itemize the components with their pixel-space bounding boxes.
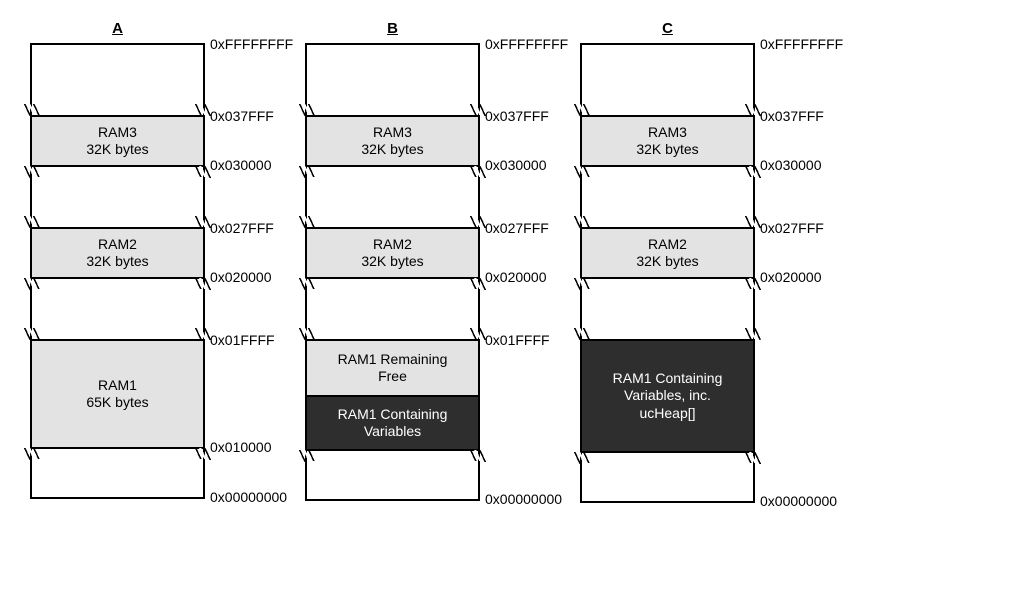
break-mark bbox=[305, 217, 480, 227]
ram1-heap-block: 0x01FFFF RAM1 Containing Variables, inc.… bbox=[580, 339, 755, 453]
ram1-free-block: 0x01FFFF RAM1 Remaining Free bbox=[305, 339, 480, 395]
ram1-vars-l1: RAM1 Containing bbox=[338, 406, 448, 424]
ram1-name: RAM1 bbox=[98, 377, 137, 395]
gap-top: 0xFFFFFFFF bbox=[30, 43, 205, 105]
break-mark bbox=[30, 449, 205, 459]
column-a-stack: 0xFFFFFFFF 0x037FFF RAM3 32K bytes 0x030… bbox=[30, 43, 205, 499]
break-mark bbox=[580, 105, 755, 115]
break-mark bbox=[30, 217, 205, 227]
gap-bottom: 0x00000000 bbox=[30, 459, 205, 499]
memory-map-column-b: B 0xFFFFFFFF 0x037FFF RAM3 32K bytes 0x0… bbox=[305, 20, 480, 503]
column-c-title: C bbox=[662, 20, 673, 37]
ram3-block: 0x037FFF RAM3 32K bytes 0x030000 bbox=[305, 115, 480, 167]
addr-ram3-lo: 0x030000 bbox=[210, 157, 272, 175]
ram3-name: RAM3 bbox=[373, 124, 412, 142]
addr-bottom: 0x00000000 bbox=[210, 489, 287, 507]
addr-ram1-mid: 0x01nnnn bbox=[485, 388, 547, 406]
addr-ram1-hi: 0x01FFFF bbox=[485, 332, 550, 350]
break-mark bbox=[305, 329, 480, 339]
ram2-name: RAM2 bbox=[648, 236, 687, 254]
ram3-block: 0x037FFF RAM3 32K bytes 0x030000 bbox=[580, 115, 755, 167]
gap bbox=[30, 289, 205, 329]
break-mark bbox=[580, 329, 755, 339]
break-mark bbox=[580, 167, 755, 177]
addr-ram2-lo: 0x020000 bbox=[210, 269, 272, 287]
break-mark bbox=[30, 105, 205, 115]
addr-ram3-hi: 0x037FFF bbox=[210, 108, 274, 126]
gap-bottom: 0x00000000 bbox=[305, 461, 480, 501]
ram2-name: RAM2 bbox=[98, 236, 137, 254]
column-b-stack: 0xFFFFFFFF 0x037FFF RAM3 32K bytes 0x030… bbox=[305, 43, 480, 501]
ram3-size: 32K bytes bbox=[636, 141, 698, 159]
ram2-size: 32K bytes bbox=[636, 253, 698, 271]
ram1-heap-l1: RAM1 Containing bbox=[613, 370, 723, 388]
ram1-heap-l3: ucHeap[] bbox=[639, 405, 695, 423]
addr-bottom: 0x00000000 bbox=[485, 491, 562, 509]
ram1-vars-l2: Variables bbox=[364, 423, 421, 441]
ram2-name: RAM2 bbox=[373, 236, 412, 254]
addr-ram3-lo: 0x030000 bbox=[760, 157, 822, 175]
gap bbox=[305, 289, 480, 329]
ram2-block: 0x027FFF RAM2 32K bytes 0x020000 bbox=[580, 227, 755, 279]
ram3-block: 0x037FFF RAM3 32K bytes 0x030000 bbox=[30, 115, 205, 167]
addr-ram1-lo: 0x010000 bbox=[210, 439, 272, 457]
ram1-size: 65K bytes bbox=[86, 394, 148, 412]
ram3-name: RAM3 bbox=[648, 124, 687, 142]
ram2-block: 0x027FFF RAM2 32K bytes 0x020000 bbox=[305, 227, 480, 279]
ram3-name: RAM3 bbox=[98, 124, 137, 142]
addr-ram2-hi: 0x027FFF bbox=[210, 220, 274, 238]
addr-ram2-lo: 0x020000 bbox=[760, 269, 822, 287]
break-mark bbox=[30, 329, 205, 339]
break-mark bbox=[580, 453, 755, 463]
gap bbox=[580, 177, 755, 217]
addr-ram1-lo: 0x010000 bbox=[485, 441, 547, 459]
gap-top: 0xFFFFFFFF bbox=[580, 43, 755, 105]
gap bbox=[30, 177, 205, 217]
addr-ram2-lo: 0x020000 bbox=[485, 269, 547, 287]
memory-map-column-a: A 0xFFFFFFFF 0x037FFF RAM3 32K bytes 0x0… bbox=[30, 20, 205, 503]
column-b-title: B bbox=[387, 20, 398, 37]
ram1-vars-block: 0x01nnnn RAM1 Containing Variables 0x010… bbox=[305, 395, 480, 451]
gap-top: 0xFFFFFFFF bbox=[305, 43, 480, 105]
ram2-size: 32K bytes bbox=[86, 253, 148, 271]
ram1-heap-l2: Variables, inc. bbox=[624, 387, 711, 405]
gap bbox=[580, 289, 755, 329]
addr-ram3-hi: 0x037FFF bbox=[760, 108, 824, 126]
memory-map-column-c: C 0xFFFFFFFF 0x037FFF RAM3 32K bytes 0x0… bbox=[580, 20, 755, 503]
addr-bottom: 0x00000000 bbox=[760, 493, 837, 511]
break-mark bbox=[30, 279, 205, 289]
addr-ram3-hi: 0x037FFF bbox=[485, 108, 549, 126]
ram2-size: 32K bytes bbox=[361, 253, 423, 271]
addr-top: 0xFFFFFFFF bbox=[210, 36, 293, 54]
addr-top: 0xFFFFFFFF bbox=[760, 36, 843, 54]
column-c-stack: 0xFFFFFFFF 0x037FFF RAM3 32K bytes 0x030… bbox=[580, 43, 755, 503]
ram3-size: 32K bytes bbox=[361, 141, 423, 159]
break-mark bbox=[305, 279, 480, 289]
ram3-size: 32K bytes bbox=[86, 141, 148, 159]
ram2-block: 0x027FFF RAM2 32K bytes 0x020000 bbox=[30, 227, 205, 279]
column-a-title: A bbox=[112, 20, 123, 37]
gap bbox=[305, 177, 480, 217]
addr-ram3-lo: 0x030000 bbox=[485, 157, 547, 175]
break-mark bbox=[305, 105, 480, 115]
addr-ram1-hi: 0x01FFFF bbox=[760, 332, 825, 350]
ram1-free-l1: RAM1 Remaining bbox=[338, 351, 448, 369]
break-mark bbox=[305, 451, 480, 461]
addr-ram1-lo: 0x010000 bbox=[760, 443, 822, 461]
ram1-free-l2: Free bbox=[378, 368, 407, 386]
addr-ram2-hi: 0x027FFF bbox=[485, 220, 549, 238]
break-mark bbox=[580, 279, 755, 289]
break-mark bbox=[580, 217, 755, 227]
break-mark bbox=[30, 167, 205, 177]
break-mark bbox=[305, 167, 480, 177]
gap-bottom: 0x00000000 bbox=[580, 463, 755, 503]
ram1-block: 0x01FFFF RAM1 65K bytes 0x010000 bbox=[30, 339, 205, 449]
addr-top: 0xFFFFFFFF bbox=[485, 36, 568, 54]
addr-ram2-hi: 0x027FFF bbox=[760, 220, 824, 238]
addr-ram1-hi: 0x01FFFF bbox=[210, 332, 275, 350]
